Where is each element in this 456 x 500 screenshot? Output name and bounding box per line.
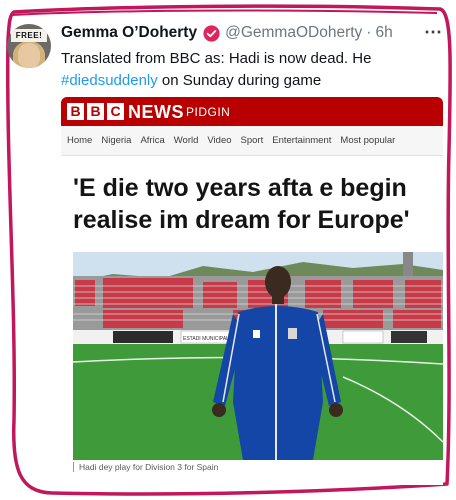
- avatar-face: [18, 43, 40, 68]
- tweet-text: Translated from BBC as: Hadi is now dead…: [61, 48, 431, 92]
- bbc-logo-letter: B: [87, 103, 104, 120]
- author-handle[interactable]: @GemmaODoherty: [225, 24, 362, 42]
- display-name[interactable]: Gemma O’Doherty: [61, 24, 197, 42]
- tweet-text-part1: Translated from BBC as: Hadi is now dead…: [61, 50, 372, 67]
- tweet-header: Gemma O’Doherty @GemmaODoherty · 6h: [61, 22, 393, 44]
- more-options-icon[interactable]: ⋯: [424, 22, 443, 43]
- bbc-news-label: NEWS: [128, 102, 184, 122]
- bbc-nav-world: World: [173, 135, 199, 146]
- bbc-nav-video: Video: [207, 135, 232, 146]
- hashtag-link[interactable]: #diedsuddenly: [61, 72, 158, 89]
- separator-dot: ·: [366, 24, 372, 41]
- tweet-text-part2: on Sunday during game: [157, 72, 322, 89]
- tweet-timestamp[interactable]: 6h: [375, 24, 392, 42]
- bbc-nav-nigeria: Nigeria: [101, 135, 132, 146]
- bbc-edition-label: PIDGIN: [186, 105, 231, 119]
- bbc-nav-home: Home: [67, 135, 93, 146]
- bbc-nav-bar: Home Nigeria Africa World Video Sport En…: [61, 126, 443, 156]
- bbc-nav-sport: Sport: [240, 135, 264, 146]
- bbc-logo-letter: B: [67, 103, 84, 120]
- author-avatar[interactable]: FREE!: [7, 24, 51, 68]
- verified-badge-icon: [203, 24, 220, 42]
- embedded-article-image[interactable]: B B C NEWS PIDGIN Home Nigeria Africa Wo…: [61, 97, 443, 485]
- article-headline: 'E die two years afta e begin realise im…: [73, 174, 410, 234]
- photo-caption: Hadi dey play for Division 3 for Spain: [73, 462, 218, 472]
- bbc-nav-entertainment: Entertainment: [272, 135, 332, 146]
- bbc-header-bar: B B C NEWS PIDGIN: [61, 97, 443, 126]
- stadium-scene: ESTADI MUNICIPAL LA FLORESTA: [73, 252, 443, 460]
- bbc-logo-letter: C: [107, 103, 124, 120]
- bbc-nav-most-popular: Most popular: [340, 135, 396, 146]
- bbc-nav-africa: Africa: [140, 135, 165, 146]
- avatar-badge: FREE!: [11, 29, 47, 42]
- article-photo: ESTADI MUNICIPAL LA FLORESTA: [73, 252, 443, 460]
